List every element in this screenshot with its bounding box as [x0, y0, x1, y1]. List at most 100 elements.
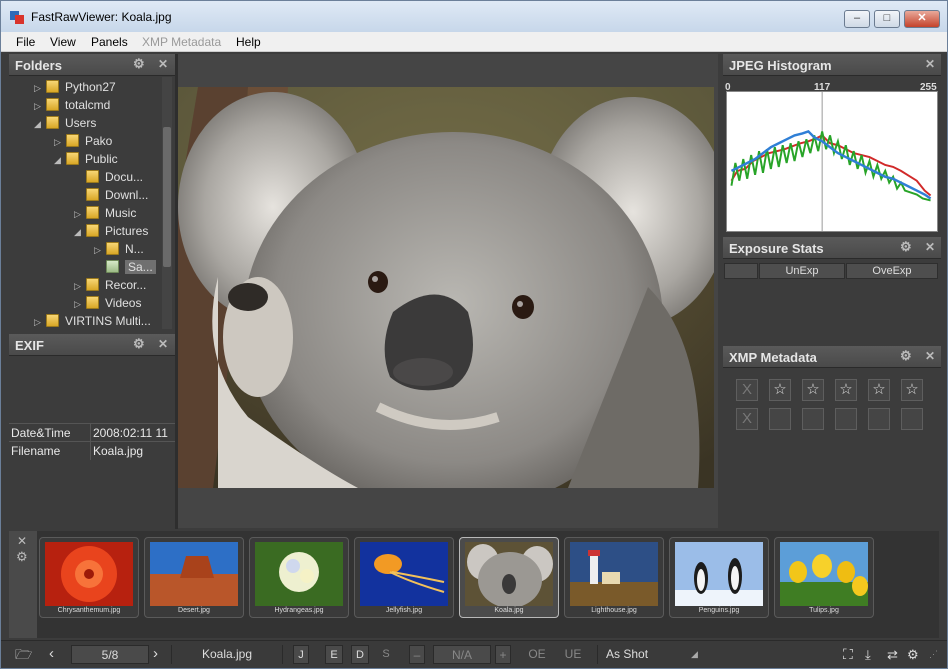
close-button[interactable]: ✕ [904, 10, 940, 28]
exposure-plus-button[interactable]: + [495, 645, 511, 664]
thumbnail-item-selected[interactable]: Koala.jpg [459, 537, 559, 618]
menu-view[interactable]: View [50, 35, 76, 49]
thumbnail-item[interactable]: Desert.jpg [144, 537, 244, 618]
tree-arrow-icon[interactable]: ▷ [54, 133, 66, 151]
compare-icon[interactable]: ⇄ [887, 645, 905, 664]
thumbnail-item[interactable]: Jellyfish.jpg [354, 537, 454, 618]
star-2-icon[interactable]: ☆ [802, 379, 824, 401]
image-counter: 5/8 [71, 645, 149, 664]
color-label-2[interactable] [802, 408, 824, 430]
thumbnail-caption: Hydrangeas.jpg [274, 607, 324, 614]
menu-help[interactable]: Help [236, 35, 261, 49]
histogram-close-icon[interactable]: ✕ [925, 57, 937, 71]
exif-settings-icon[interactable]: ⚙ [133, 337, 147, 351]
tree-arrow-icon[interactable]: ◢ [74, 223, 86, 241]
folders-scrollbar-thumb[interactable] [163, 127, 171, 267]
exposure-col-blank [724, 263, 758, 279]
exposure-settings-icon[interactable]: ⚙ [900, 240, 914, 254]
menu-xmp-metadata[interactable]: XMP Metadata [142, 35, 221, 49]
star-5-icon[interactable]: ☆ [901, 379, 923, 401]
reject-icon[interactable]: X [736, 379, 758, 401]
tree-arrow-icon[interactable]: ▷ [94, 241, 106, 259]
thumbnail-item[interactable]: Tulips.jpg [774, 537, 874, 618]
tree-arrow-icon[interactable]: ▷ [74, 205, 86, 223]
color-label-5[interactable] [901, 408, 923, 430]
tree-arrow-icon[interactable]: ▷ [74, 277, 86, 295]
tree-item-totalcmd[interactable]: ▷ totalcmd [34, 96, 110, 114]
thumbnail-item[interactable]: Penguins.jpg [669, 537, 769, 618]
exposure-value: N/A [433, 645, 491, 664]
tree-arrow-icon[interactable]: ▷ [34, 79, 46, 97]
dropdown-arrow-icon[interactable]: ◢ [691, 645, 705, 664]
tree-item-recorded-tv[interactable]: ▷ Recor... [74, 276, 146, 294]
label-reject-icon[interactable]: X [736, 408, 758, 430]
resize-grip-icon[interactable]: ⋰ [929, 645, 943, 664]
menu-panels[interactable]: Panels [91, 35, 128, 49]
star-4-icon[interactable]: ☆ [868, 379, 890, 401]
tree-arrow-icon[interactable]: ▷ [34, 313, 46, 329]
tree-item-documents[interactable]: Docu... [74, 168, 143, 186]
tree-item-label: Videos [105, 296, 142, 310]
tree-item-sample-pictures[interactable]: Sa... [94, 258, 156, 276]
koala-photo [178, 87, 714, 488]
tree-item-videos[interactable]: ▷ Videos [74, 294, 141, 312]
overexposure-toggle[interactable]: OE [525, 645, 549, 664]
tree-item-label: VIRTINS Multi... [65, 314, 151, 328]
folders-scrollbar[interactable] [162, 77, 172, 329]
exposure-minus-button[interactable]: – [409, 645, 425, 664]
exif-close-icon[interactable]: ✕ [158, 337, 170, 351]
user-folder-icon [66, 134, 79, 147]
settings-icon[interactable]: ⚙ [907, 645, 925, 664]
color-label-4[interactable] [868, 408, 890, 430]
thumbnail-item[interactable]: Chrysanthemum.jpg [39, 537, 139, 618]
star-1-icon[interactable]: ☆ [769, 379, 791, 401]
thumbnail-item[interactable]: Lighthouse.jpg [564, 537, 664, 618]
thumbnail-settings-icon[interactable]: ⚙ [16, 550, 30, 564]
tree-arrow-icon[interactable]: ▷ [74, 295, 86, 313]
thumbnail-close-icon[interactable]: ✕ [17, 534, 29, 548]
color-label-3[interactable] [835, 408, 857, 430]
tree-item-label: Users [65, 116, 97, 130]
fullscreen-icon[interactable]: ⛶ [843, 645, 861, 664]
minimize-button[interactable]: – [844, 10, 870, 28]
tree-arrow-icon[interactable]: ◢ [34, 115, 46, 133]
menu-file[interactable]: File [16, 35, 35, 49]
color-label-1[interactable] [769, 408, 791, 430]
tree-arrow-icon[interactable]: ◢ [54, 151, 66, 169]
tree-item-pictures[interactable]: ◢ Pictures [74, 222, 148, 240]
histogram-title: JPEG Histogram [729, 58, 832, 73]
folders-settings-icon[interactable]: ⚙ [133, 57, 147, 71]
exposure-close-icon[interactable]: ✕ [925, 240, 937, 254]
download-icon[interactable]: ⤓ [865, 645, 883, 664]
maximize-button[interactable]: □ [874, 10, 900, 28]
display-mode-button[interactable]: D [351, 645, 369, 664]
tree-item-music[interactable]: ▷ Music [74, 204, 136, 222]
tree-item-virtins[interactable]: ▷ VIRTINS Multi... [34, 312, 151, 329]
status-filename: Koala.jpg [171, 645, 283, 664]
xmp-close-icon[interactable]: ✕ [925, 349, 937, 363]
next-image-icon[interactable]: › [153, 645, 165, 664]
tree-item-n[interactable]: ▷ N... [94, 240, 144, 258]
thumbnail-image [255, 542, 343, 606]
folder-icon [86, 206, 99, 219]
star-3-icon[interactable]: ☆ [835, 379, 857, 401]
jpeg-mode-button[interactable]: J [293, 645, 309, 664]
underexposure-toggle[interactable]: UE [561, 645, 585, 664]
exposure-mode-button[interactable]: E [325, 645, 343, 664]
open-folder-icon[interactable]: 🗁 [15, 645, 37, 664]
image-viewport[interactable] [178, 54, 718, 528]
thumbnail-caption: Chrysanthemum.jpg [57, 607, 121, 614]
tree-item-public[interactable]: ◢ Public [54, 150, 118, 168]
tree-arrow-icon[interactable]: ▷ [34, 97, 46, 115]
tree-item-pako[interactable]: ▷ Pako [54, 132, 112, 150]
shadow-button[interactable]: S [379, 645, 393, 664]
tree-item-python27[interactable]: ▷ Python27 [34, 78, 116, 96]
tree-item-users[interactable]: ◢ Users [34, 114, 96, 132]
tree-item-downloads[interactable]: Downl... [74, 186, 148, 204]
prev-image-icon[interactable]: ‹ [49, 645, 61, 664]
folders-close-icon[interactable]: ✕ [158, 57, 170, 71]
xmp-settings-icon[interactable]: ⚙ [900, 349, 914, 363]
tree-item-label: Music [105, 206, 137, 220]
thumbnail-item[interactable]: Hydrangeas.jpg [249, 537, 349, 618]
exif-key: Date&Time [11, 426, 71, 440]
